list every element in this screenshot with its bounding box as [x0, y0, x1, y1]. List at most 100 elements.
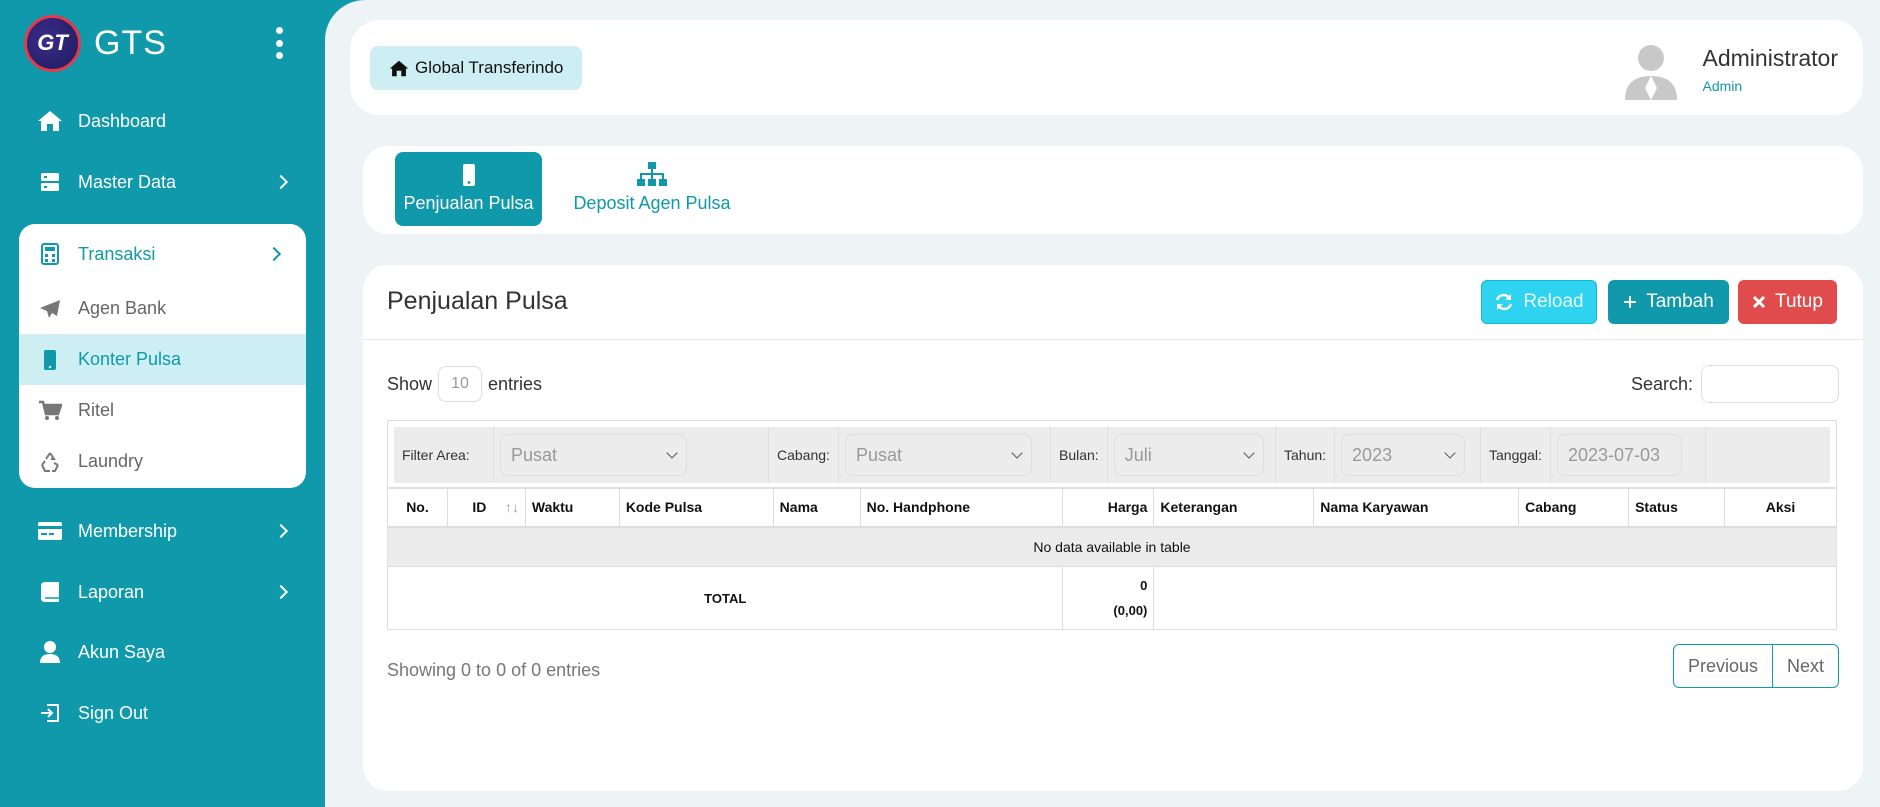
sidebar-subitem-label: Konter Pulsa	[78, 349, 182, 369]
col-header[interactable]: Harga	[1062, 488, 1155, 528]
tab-deposit-agen-pulsa[interactable]: Deposit Agen Pulsa	[571, 152, 733, 226]
sidebar-subitem-label: Agen Bank	[78, 298, 167, 318]
data-table-wrapper: Filter Area: Pusat Cabang: Pusat Bulan: …	[386, 420, 1837, 630]
sidebar-item-laporan[interactable]: Laporan	[36, 572, 289, 612]
sidebar-item-akun-saya[interactable]: Akun Saya	[36, 632, 286, 672]
table-empty-row: No data available in table	[387, 526, 1837, 567]
col-header[interactable]: Waktu	[524, 488, 620, 528]
sidebar-item-master-data[interactable]: Master Data	[36, 162, 289, 202]
show-label: Show	[387, 373, 433, 394]
total-empty	[1153, 566, 1837, 630]
close-label: Tutup	[1775, 291, 1823, 312]
sidebar-item-sign-out[interactable]: Sign Out	[36, 693, 286, 733]
next-button[interactable]: Next	[1771, 645, 1838, 687]
sidebar-subitem-konter-pulsa[interactable]: Konter Pulsa	[19, 334, 306, 385]
total-label: TOTAL	[386, 566, 1064, 630]
reload-label: Reload	[1523, 291, 1584, 312]
user-menu[interactable]: Administrator Admin	[1621, 38, 1838, 100]
chevron-down-icon	[666, 447, 678, 459]
col-header[interactable]: Keterangan	[1153, 488, 1315, 528]
sidebar-subitem-agen-bank[interactable]: Agen Bank	[19, 283, 306, 334]
col-header[interactable]: ID ↑↓	[446, 488, 526, 528]
user-name: Administrator	[1702, 44, 1838, 71]
sidebar-subitem-ritel[interactable]: Ritel	[19, 385, 306, 436]
home-icon	[36, 108, 64, 134]
chevron-right-icon	[273, 523, 289, 539]
pagination: Previous Next	[1672, 644, 1839, 688]
col-header[interactable]: Nama Karyawan	[1313, 488, 1520, 528]
card-title: Penjualan Pulsa	[387, 287, 568, 315]
search-input[interactable]	[1701, 365, 1839, 403]
col-header[interactable]: No.	[387, 488, 448, 528]
data-table: No. ID ↑↓ Waktu Kode Pulsa Nama No. Handp…	[386, 488, 1837, 630]
sidebar-item-label: Akun Saya	[78, 641, 166, 662]
sidebar-item-membership[interactable]: Membership	[36, 511, 289, 551]
main-content: Global Transferindo Administrator Admin …	[325, 0, 1880, 807]
col-header[interactable]: Aksi	[1724, 488, 1837, 528]
more-vertical-icon[interactable]	[271, 27, 287, 59]
table-header-row: No. ID ↑↓ Waktu Kode Pulsa Nama No. Handp…	[387, 488, 1837, 528]
server-icon	[36, 169, 64, 195]
cart-icon	[36, 399, 64, 423]
filter-cabang-select[interactable]: Pusat	[844, 434, 1032, 476]
col-header[interactable]: Kode Pulsa	[618, 488, 774, 528]
company-name: Global Transferindo	[415, 58, 564, 77]
filter-tanggal-label: Tanggal:	[1481, 427, 1551, 483]
mobile-icon	[462, 163, 476, 187]
filter-tahun-value: 2023	[1352, 444, 1393, 465]
col-header[interactable]: No. Handphone	[859, 488, 1064, 528]
avatar	[1624, 45, 1677, 100]
transaksi-submenu: Transaksi Agen Bank Konter Pulsa Ritel L…	[19, 224, 306, 488]
sidebar-subitem-label: Ritel	[78, 400, 115, 420]
sidebar-item-transaksi[interactable]: Transaksi	[19, 234, 306, 274]
entries-length-select[interactable]: 10	[438, 366, 483, 402]
filter-tahun-select[interactable]: 2023	[1341, 434, 1466, 476]
close-button[interactable]: Tutup	[1738, 280, 1837, 324]
user-icon	[36, 639, 64, 665]
filter-bulan-label: Bulan:	[1051, 427, 1108, 483]
book-icon	[36, 579, 64, 605]
sidebar-subitem-laundry[interactable]: Laundry	[19, 436, 306, 487]
brand-logo: GT	[24, 14, 81, 72]
add-button[interactable]: Tambah	[1608, 280, 1729, 324]
col-header[interactable]: Nama	[772, 488, 861, 528]
filter-tanggal-value: 2023-07-03	[1567, 444, 1661, 465]
breadcrumb-home[interactable]: Global Transferindo	[370, 46, 583, 90]
filter-area-value: Pusat	[511, 444, 558, 465]
calculator-icon	[36, 242, 64, 266]
filter-bulan-select[interactable]: Juli	[1113, 434, 1264, 476]
close-icon	[1752, 295, 1766, 309]
divider	[363, 339, 1863, 340]
home-icon	[389, 60, 409, 77]
sort-icon: ↑↓	[504, 499, 519, 516]
chevron-right-icon	[273, 584, 289, 600]
total-value-cell: 0 (0,00)	[1062, 566, 1155, 630]
penjualan-card: Penjualan Pulsa Reload Tambah Tutup Show…	[363, 265, 1863, 791]
recycle-icon	[36, 450, 64, 474]
col-header[interactable]: Status	[1628, 488, 1725, 528]
filter-cabang-value: Pusat	[855, 444, 902, 465]
brand[interactable]: GT GTS	[24, 14, 294, 72]
tab-penjualan-pulsa[interactable]: Penjualan Pulsa	[395, 152, 542, 226]
add-label: Tambah	[1646, 291, 1714, 312]
sitemap-icon	[636, 161, 668, 187]
total-sub: (0,00)	[1113, 603, 1148, 618]
sidebar-item-label: Membership	[78, 520, 178, 541]
table-total-row: TOTAL 0 (0,00)	[386, 566, 1837, 630]
sidebar-item-label: Master Data	[78, 171, 177, 192]
sidebar-item-label: Sign Out	[78, 702, 149, 723]
filter-tahun-label: Tahun:	[1276, 427, 1336, 483]
tab-label: Deposit Agen Pulsa	[573, 193, 731, 213]
filter-cabang-label: Cabang:	[769, 427, 839, 483]
filter-area-select[interactable]: Pusat	[500, 434, 687, 476]
previous-button[interactable]: Previous	[1674, 645, 1772, 687]
sidebar-subitem-label: Laundry	[78, 451, 144, 471]
reload-button[interactable]: Reload	[1481, 280, 1597, 324]
tab-label: Penjualan Pulsa	[403, 193, 534, 213]
sidebar-item-dashboard[interactable]: Dashboard	[36, 101, 286, 141]
chevron-down-icon	[1444, 447, 1456, 459]
filter-tanggal-input[interactable]: 2023-07-03	[1556, 434, 1682, 476]
top-bar: Global Transferindo Administrator Admin	[350, 20, 1863, 115]
col-header[interactable]: Cabang	[1518, 488, 1630, 528]
length-control: Show 10 entries	[387, 366, 542, 402]
